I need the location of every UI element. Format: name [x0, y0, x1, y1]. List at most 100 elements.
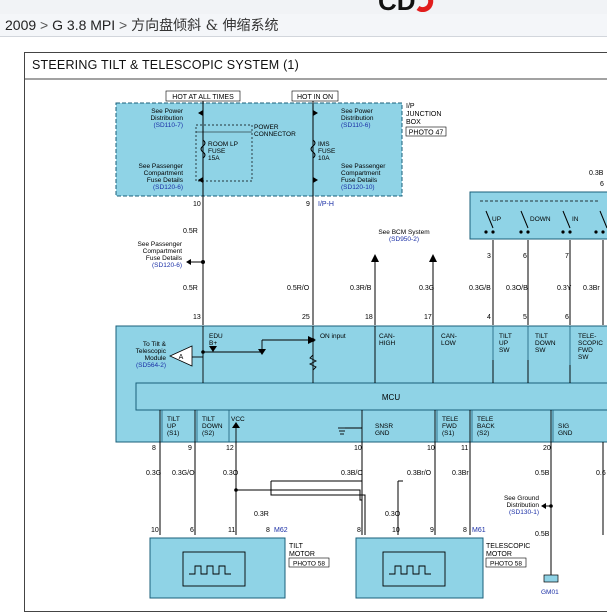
jb-connector: I/P-H [318, 201, 334, 208]
see-pass-l1: See Passenger [139, 163, 184, 170]
motor-connector: M61 [472, 527, 486, 534]
tilt-up-l1: TILT [499, 333, 512, 340]
tilt-down-l2: DOWN [535, 340, 556, 347]
motor-pin: 8 [266, 527, 270, 534]
switch-in: IN [572, 216, 579, 223]
mcu-label: MCU [382, 393, 400, 402]
fuse2-l3: 10A [318, 155, 330, 162]
bwire: 0.3B/O [341, 470, 363, 477]
tilt-down-l1: TILT [535, 333, 548, 340]
tele-fwd-l4: SW [578, 354, 589, 361]
see-pass-r-l2: Compartment [341, 170, 381, 177]
see-pass-l3: Fuse Details [147, 177, 184, 184]
bottom-l2: DOWN [202, 423, 223, 430]
wire-color: 0.3G [419, 285, 434, 292]
jb-pin-right: 9 [306, 201, 310, 208]
ground-ref-l1: See Ground [504, 495, 539, 502]
left-ref-l3: Fuse Details [146, 255, 183, 262]
power-connector-l1: POWER [254, 124, 279, 131]
bcm-ref-l1: See BCM System [378, 229, 429, 236]
wire-color: 0.5R [183, 285, 198, 292]
can-low-l2: LOW [441, 340, 457, 347]
tilt-motor-l1: TILT [289, 543, 304, 550]
fuse1-l3: 15A [208, 155, 220, 162]
bottom-l2: BACK [477, 423, 495, 430]
splice-dot [201, 260, 205, 264]
see-power-l1: See Power [151, 108, 184, 115]
ground-wire: 0.5B [535, 531, 550, 538]
bpin: 10 [354, 445, 362, 452]
see-power-r-l1: See Power [341, 108, 374, 115]
fuse2-l2: FUSE [318, 148, 336, 155]
fuse1-l1: ROOM LP [208, 141, 238, 148]
tilt-motor-box [149, 537, 286, 599]
tilt-motor: 10 6 11 8 M62 TILT MOTOR PHOTO 58 [149, 527, 330, 599]
wire-color: 0.3O/B [506, 285, 528, 292]
switch-pin-top: 6 [600, 181, 604, 188]
tele-fwd-l2: SCOPIC [578, 340, 603, 347]
left-module-l1: To Tilt & [143, 341, 167, 348]
tele-motor-l1: TELESCOPIC [486, 543, 530, 550]
bottom-l3: (S2) [202, 430, 214, 437]
tilt-tele-switch: 0.3B 6 UP DOWN IN [469, 170, 607, 240]
switch-up: UP [492, 216, 501, 223]
bcm-ref: (SD950-2) [389, 236, 419, 243]
junction-title-l1: I/P [406, 103, 415, 110]
arrow-up-icon [429, 254, 437, 262]
see-power-r-ref: (SD110-6) [341, 122, 371, 129]
junction-title-l3: BOX [406, 119, 421, 126]
left-module-l3: Module [145, 355, 167, 362]
see-pass-l2: Compartment [144, 170, 184, 177]
left-ref-ref: (SD120-6) [152, 262, 182, 269]
bottom-l2: UP [167, 423, 176, 430]
bpin: 9 [188, 445, 192, 452]
splice-dot [234, 488, 238, 492]
wiring-diagram: HOT AT ALL TIMES HOT IN ON I/P JUNCTION … [25, 78, 607, 599]
bottom-l1: TELE [477, 416, 494, 423]
mid-wire-03r: 0.3R [254, 511, 269, 518]
wire-color: 0.5R/O [287, 285, 310, 292]
bwire: 0.3O [223, 470, 239, 477]
bpin: 10 [427, 445, 435, 452]
wire-color: 0.3R/B [350, 285, 372, 292]
ground-ref-l2: Distribution [506, 502, 539, 509]
wire-pin: 17 [424, 314, 432, 321]
bottom-l1: TELE [442, 416, 459, 423]
edu-l1: EDU [209, 333, 223, 340]
left-ref-l2: Compartment [143, 248, 183, 255]
power-connector-l2: CONNECTOR [254, 131, 296, 138]
ip-junction-box: HOT AT ALL TIMES HOT IN ON I/P JUNCTION … [115, 90, 447, 197]
bwire: 0.3G [146, 470, 161, 477]
bwire: 0.5B [535, 470, 550, 477]
can-high-l2: HIGH [379, 340, 396, 347]
tele-motor-l2: MOTOR [486, 551, 512, 558]
bottom-l2: GND [558, 430, 573, 437]
arrow-up-icon [371, 254, 379, 262]
motor-pin: 6 [190, 527, 194, 534]
wire-pin: 6 [565, 314, 569, 321]
wire-pin: 13 [193, 314, 201, 321]
wire-pin: 4 [487, 314, 491, 321]
telescopic-motor: 8 10 9 8 M61 TELESCOPIC MOTOR PHOTO 58 [355, 527, 530, 599]
hot-in-on: HOT IN ON [297, 94, 333, 101]
motor-pin: 11 [228, 527, 235, 534]
tilt-tele-module: MCU EDU B+ ON input CAN- HIGH CAN- LOW T… [115, 325, 607, 443]
bwire: 0.6 [596, 470, 606, 477]
bpin: 20 [543, 445, 551, 452]
jb-pin-left: 10 [193, 201, 201, 208]
tilt-motor-l2: MOTOR [289, 551, 315, 558]
tele-fwd-l3: FWD [578, 347, 593, 354]
motor-pin: 10 [392, 527, 400, 534]
wire-05r: 0.5R [183, 228, 198, 235]
bpin: 12 [226, 445, 234, 452]
tilt-down-l3: SW [535, 347, 546, 354]
wire-pin: 18 [365, 314, 373, 321]
motor-pin: 8 [357, 527, 361, 534]
wire-pin-sw: 6 [523, 253, 527, 260]
left-ref-l1: See Passenger [138, 241, 183, 248]
left-module-l2: Telescopic [136, 348, 167, 355]
fuse1-l2: FUSE [208, 148, 226, 155]
on-input: ON input [320, 333, 346, 340]
wire-color: 0.3G/B [469, 285, 491, 292]
fuse2-l1: IMS [318, 141, 330, 148]
